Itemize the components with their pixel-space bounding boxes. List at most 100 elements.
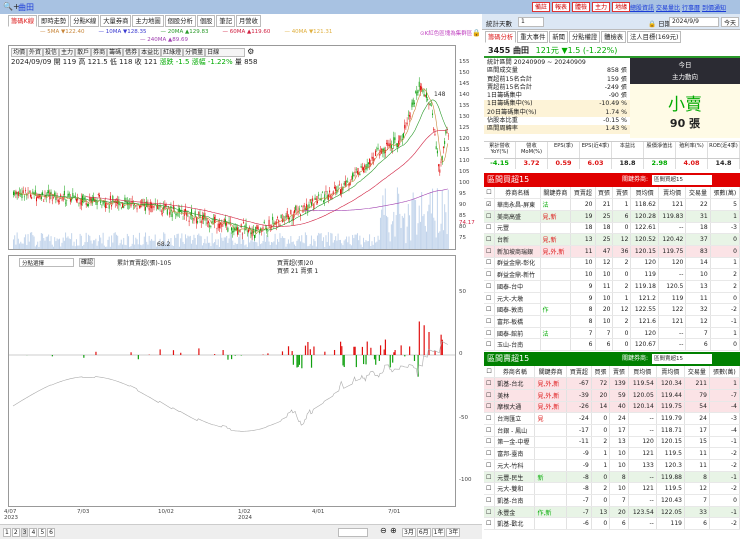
row-checkbox[interactable]: ☐ (484, 436, 496, 449)
column-header[interactable]: 買張 (595, 187, 614, 200)
page-button[interactable]: 2 (11, 528, 20, 537)
broker-name[interactable]: 摩根大通 (494, 401, 536, 414)
row-checkbox[interactable]: ☐ (484, 327, 495, 340)
table-row[interactable]: ☐ 國泰-館前法 7 7 0 120 -- 7 1 (484, 327, 740, 340)
table-row[interactable]: ☐ 新加坡商瑞銀 見,外,新 11 47 36 120.15 119.75 83 0 (484, 245, 740, 258)
broker-name[interactable]: 台新 (494, 233, 541, 246)
right-tab[interactable]: 分點權證 (568, 31, 601, 43)
column-header[interactable]: 買賣超 (570, 187, 596, 200)
tab-6[interactable]: 個股 (196, 15, 216, 27)
table-row[interactable]: ☐ 玉山-台南 6 6 0 120.67 -- 6 0 (484, 338, 740, 352)
broker-name[interactable]: 國泰-台中 (494, 280, 541, 293)
lock-icon[interactable]: 🔒 (472, 29, 481, 37)
tab-2[interactable]: 分點K線 (70, 15, 100, 27)
page-button[interactable]: 1 (3, 528, 11, 537)
broker-name[interactable]: 元大-雙和 (494, 482, 536, 496)
right-button[interactable]: 體檢 (572, 2, 591, 12)
table-row[interactable]: ☐ 美林 見,外,新 -39 20 59 120.05 119.44 79 -7 (484, 389, 740, 402)
right-link[interactable]: 行事曆 (682, 5, 700, 12)
row-checkbox[interactable]: ☐ (484, 482, 496, 496)
column-header[interactable]: 交易量 (685, 187, 711, 200)
broker-name[interactable]: 元大-大墩 (494, 292, 541, 305)
row-checkbox[interactable]: ☐ (484, 338, 495, 352)
row-checkbox[interactable]: ☐ (484, 471, 496, 484)
row-checkbox[interactable]: ☐ (484, 303, 495, 317)
tab-3[interactable]: 大量券商 (100, 15, 132, 27)
row-checkbox[interactable]: ☑ (484, 198, 495, 211)
broker-name[interactable]: 元豐-民生 (494, 471, 536, 484)
row-checkbox[interactable]: ☐ (484, 233, 495, 246)
row-checkbox[interactable]: ☐ (484, 412, 496, 425)
row-checkbox[interactable]: ☐ (484, 268, 495, 281)
broker-name[interactable]: 凱基-台南 (494, 494, 536, 507)
broker-name[interactable]: 國泰-敦南 (494, 303, 541, 317)
row-checkbox[interactable]: ☐ (484, 315, 495, 328)
table-row[interactable]: ☐ 摩根大通 見,外,新 -26 14 40 120.14 119.75 54 -4 (484, 401, 740, 414)
table-row[interactable]: ☐ 元豐-民生新 -8 0 8 -- 119.88 8 -1 (484, 471, 740, 484)
table-row[interactable]: ☐ 富邦-臺南 -9 1 10 121 119.5 11 -2 (484, 447, 740, 460)
right-tab[interactable]: 重大事件 (517, 31, 549, 43)
price-chart[interactable]: 均價 外資 投信 主力 散戶 券商 籌碼 借券 本益比 紅綠燈 分價量 日線 ⚙ 2024/09/09 … (8, 45, 456, 250)
row-checkbox[interactable]: ☐ (484, 459, 496, 472)
right-link[interactable]: 總股資訊 (630, 5, 654, 12)
table-row[interactable]: ☐ 國泰-台中 9 11 2 119.18 120.5 13 2 (484, 280, 740, 293)
column-header[interactable]: 交易量 (684, 366, 710, 379)
row-checkbox[interactable]: ☐ (484, 401, 496, 414)
column-header[interactable]: 賣均價 (658, 187, 687, 200)
broker-name[interactable]: 國泰-館前 (494, 327, 541, 340)
table-row[interactable]: ☐ 元豐 18 18 0 122.61 -- 18 -3 (484, 222, 740, 235)
row-checkbox[interactable]: ☐ (484, 245, 495, 258)
row-checkbox[interactable]: ☐ (484, 494, 496, 507)
table-row[interactable]: ☑ 華南永昌-屏東法 20 21 1 118.62 121 22 5 (484, 198, 740, 211)
table-row[interactable]: ☐ 群益金鼎-新竹 10 10 0 119 -- 10 2 (484, 268, 740, 281)
column-header[interactable]: 買均價 (628, 366, 657, 379)
broker-name[interactable]: 富邦-板橋 (494, 315, 541, 328)
buy-key-select[interactable]: 區間買超15 (652, 175, 712, 185)
table-row[interactable]: ☐ 凱基-台南 -7 0 7 -- 120.43 7 0 (484, 494, 740, 507)
row-checkbox[interactable]: ☐ (484, 517, 496, 531)
row-checkbox[interactable]: ☐ (484, 257, 495, 270)
broker-name[interactable]: 永豐金 (494, 506, 536, 519)
row-checkbox[interactable]: ☐ (484, 222, 495, 235)
broker-name[interactable]: 凱基-歡北 (494, 517, 536, 531)
right-tab[interactable]: 籌碼分析 (485, 31, 517, 43)
table-row[interactable]: ☐ 元大-竹科 -9 1 10 133 120.3 11 -2 (484, 459, 740, 472)
right-button[interactable]: 備註 (532, 2, 551, 12)
right-link[interactable]: 交易量比 (656, 5, 680, 12)
column-header[interactable]: 買張 (591, 366, 611, 379)
broker-name[interactable]: 新加坡商瑞銀 (494, 245, 541, 258)
column-header[interactable]: 關鍵券商 (534, 366, 567, 379)
broker-name[interactable]: 玉山-台南 (494, 338, 541, 352)
column-header[interactable]: 買均價 (630, 187, 659, 200)
right-tab[interactable]: 新聞 (549, 31, 568, 43)
right-button[interactable]: 報表 (552, 2, 571, 12)
right-tab[interactable]: 體檢表 (601, 31, 627, 43)
page-button[interactable]: 5 (38, 528, 47, 537)
days-select[interactable]: 1 (518, 17, 544, 27)
broker-name[interactable]: 美商高盛 (494, 210, 541, 223)
broker-name[interactable]: 台銀 - 鳳山 (494, 424, 536, 437)
zoom-out-icon[interactable]: ⊖ (380, 526, 387, 535)
row-checkbox[interactable]: ☐ (484, 506, 496, 519)
broker-name[interactable]: 華南永昌-屏東 (494, 198, 541, 211)
tab-8[interactable]: 月營收 (236, 15, 261, 27)
table-row[interactable]: ☐ 台銀 - 鳳山 -17 0 17 -- 118.71 17 -4 (484, 424, 740, 437)
column-header[interactable]: 券商名稱 (494, 187, 541, 200)
right-button[interactable]: 主力 (592, 2, 611, 12)
range-button[interactable]: 3月 (402, 528, 416, 537)
column-header[interactable]: 張數(萬) (709, 366, 740, 379)
table-row[interactable]: ☐ 元大-雙和 -8 2 10 121 119.5 12 -2 (484, 482, 740, 496)
row-checkbox[interactable]: ☐ (484, 280, 495, 293)
select-all-checkbox[interactable]: ☐ (484, 187, 495, 200)
page-button[interactable]: 3 (20, 528, 29, 537)
range-button[interactable]: 3年 (446, 528, 461, 537)
page-button[interactable]: 6 (47, 528, 55, 537)
tab-0[interactable]: 籌碼K線 (8, 15, 38, 27)
range-button[interactable]: 6月 (416, 528, 431, 537)
broker-name[interactable]: 凱基-台北 (494, 377, 536, 390)
broker-name[interactable]: 美林 (494, 389, 536, 402)
broker-name[interactable]: 台灣匯立 (494, 412, 536, 425)
column-header[interactable]: 賣張 (609, 366, 629, 379)
table-row[interactable]: ☐ 富邦-板橋 8 10 2 121.6 121 12 -1 (484, 315, 740, 328)
row-checkbox[interactable]: ☐ (484, 424, 496, 437)
